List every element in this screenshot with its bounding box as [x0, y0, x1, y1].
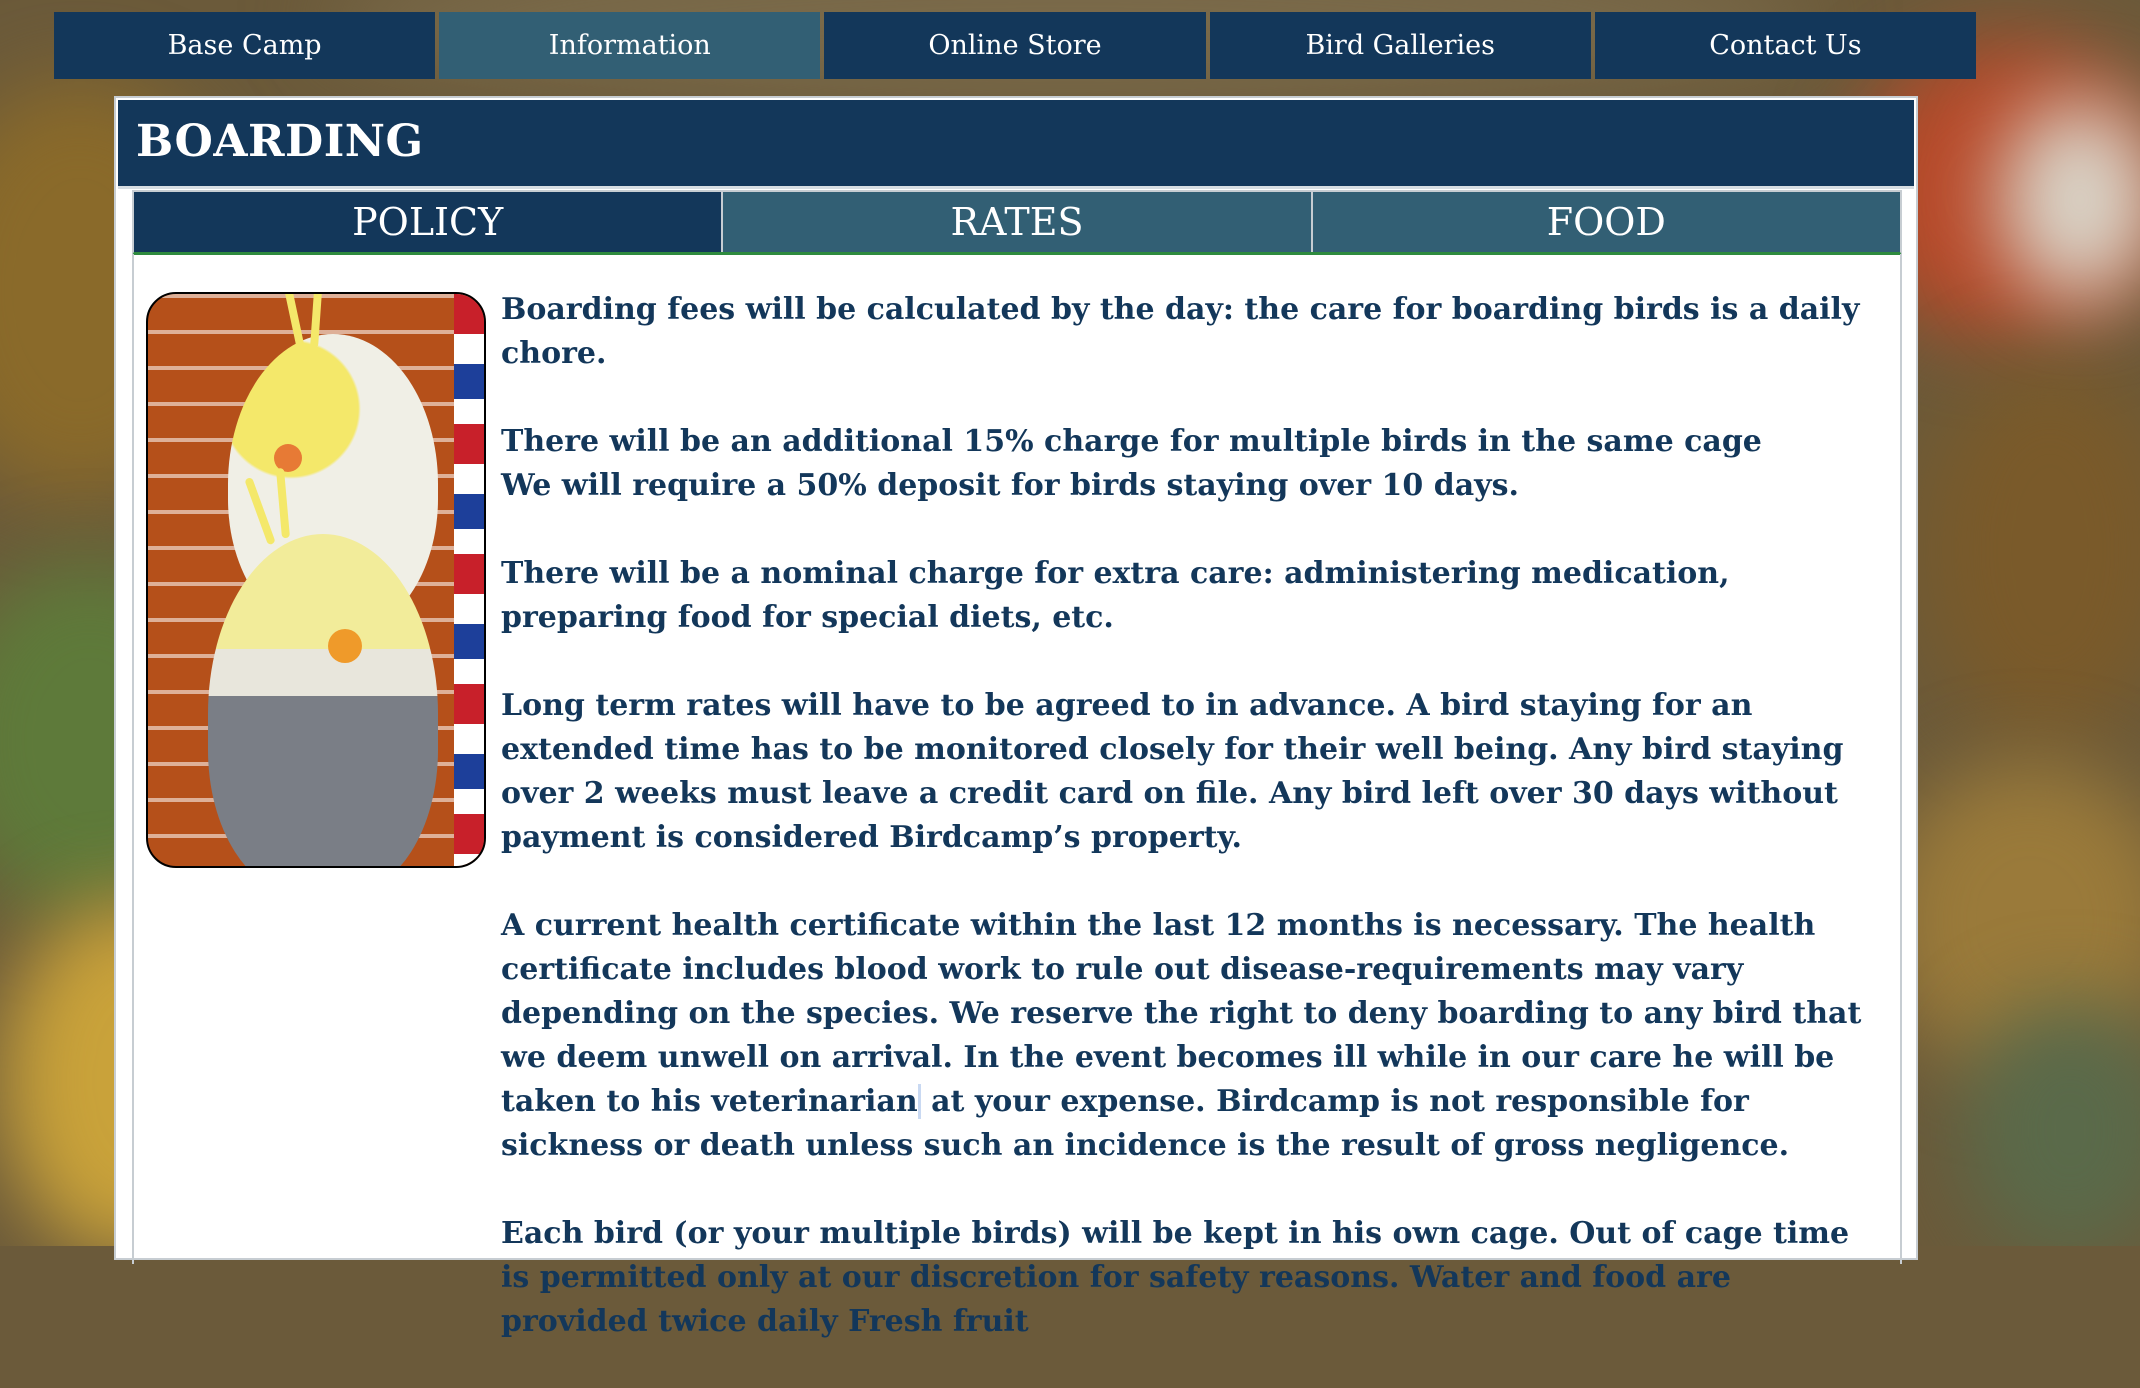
tab-policy[interactable]: POLICY [134, 192, 722, 252]
policy-paragraph: There will be an additional 15% charge f… [501, 420, 1871, 508]
policy-text-segment [921, 1084, 931, 1119]
policy-paragraph: Each bird (or your multiple birds) will … [501, 1216, 1850, 1339]
nav-contact-us[interactable]: Contact Us [1594, 12, 1977, 79]
main-nav: Base Camp Information Online Store Bird … [54, 12, 1977, 79]
page-title: BOARDING [136, 116, 424, 167]
page-header: BOARDING [118, 100, 1914, 189]
policy-paragraph: There will be a nominal charge for extra… [501, 556, 1730, 635]
nav-information[interactable]: Information [439, 12, 821, 79]
policy-paragraph: Boarding fees will be calculated by the … [501, 292, 1860, 371]
policy-paragraph: A current health certificate within the … [501, 904, 1871, 1168]
tab-food[interactable]: FOOD [1310, 192, 1900, 252]
boarding-tabs: POLICY RATES FOOD [132, 190, 1902, 255]
nav-online-store[interactable]: Online Store [824, 12, 1206, 79]
nav-bird-galleries[interactable]: Bird Galleries [1209, 12, 1591, 79]
nav-base-camp[interactable]: Base Camp [54, 12, 436, 79]
cockatiels-photo [146, 292, 486, 868]
policy-paragraph: Long term rates will have to be agreed t… [501, 688, 1844, 855]
tab-rates[interactable]: RATES [721, 192, 1311, 252]
policy-line: There will be an additional 15% charge f… [501, 424, 1762, 459]
policy-text: Boarding fees will be calculated by the … [501, 288, 1871, 1388]
policy-line: We will require a 50% deposit for birds … [501, 468, 1519, 503]
